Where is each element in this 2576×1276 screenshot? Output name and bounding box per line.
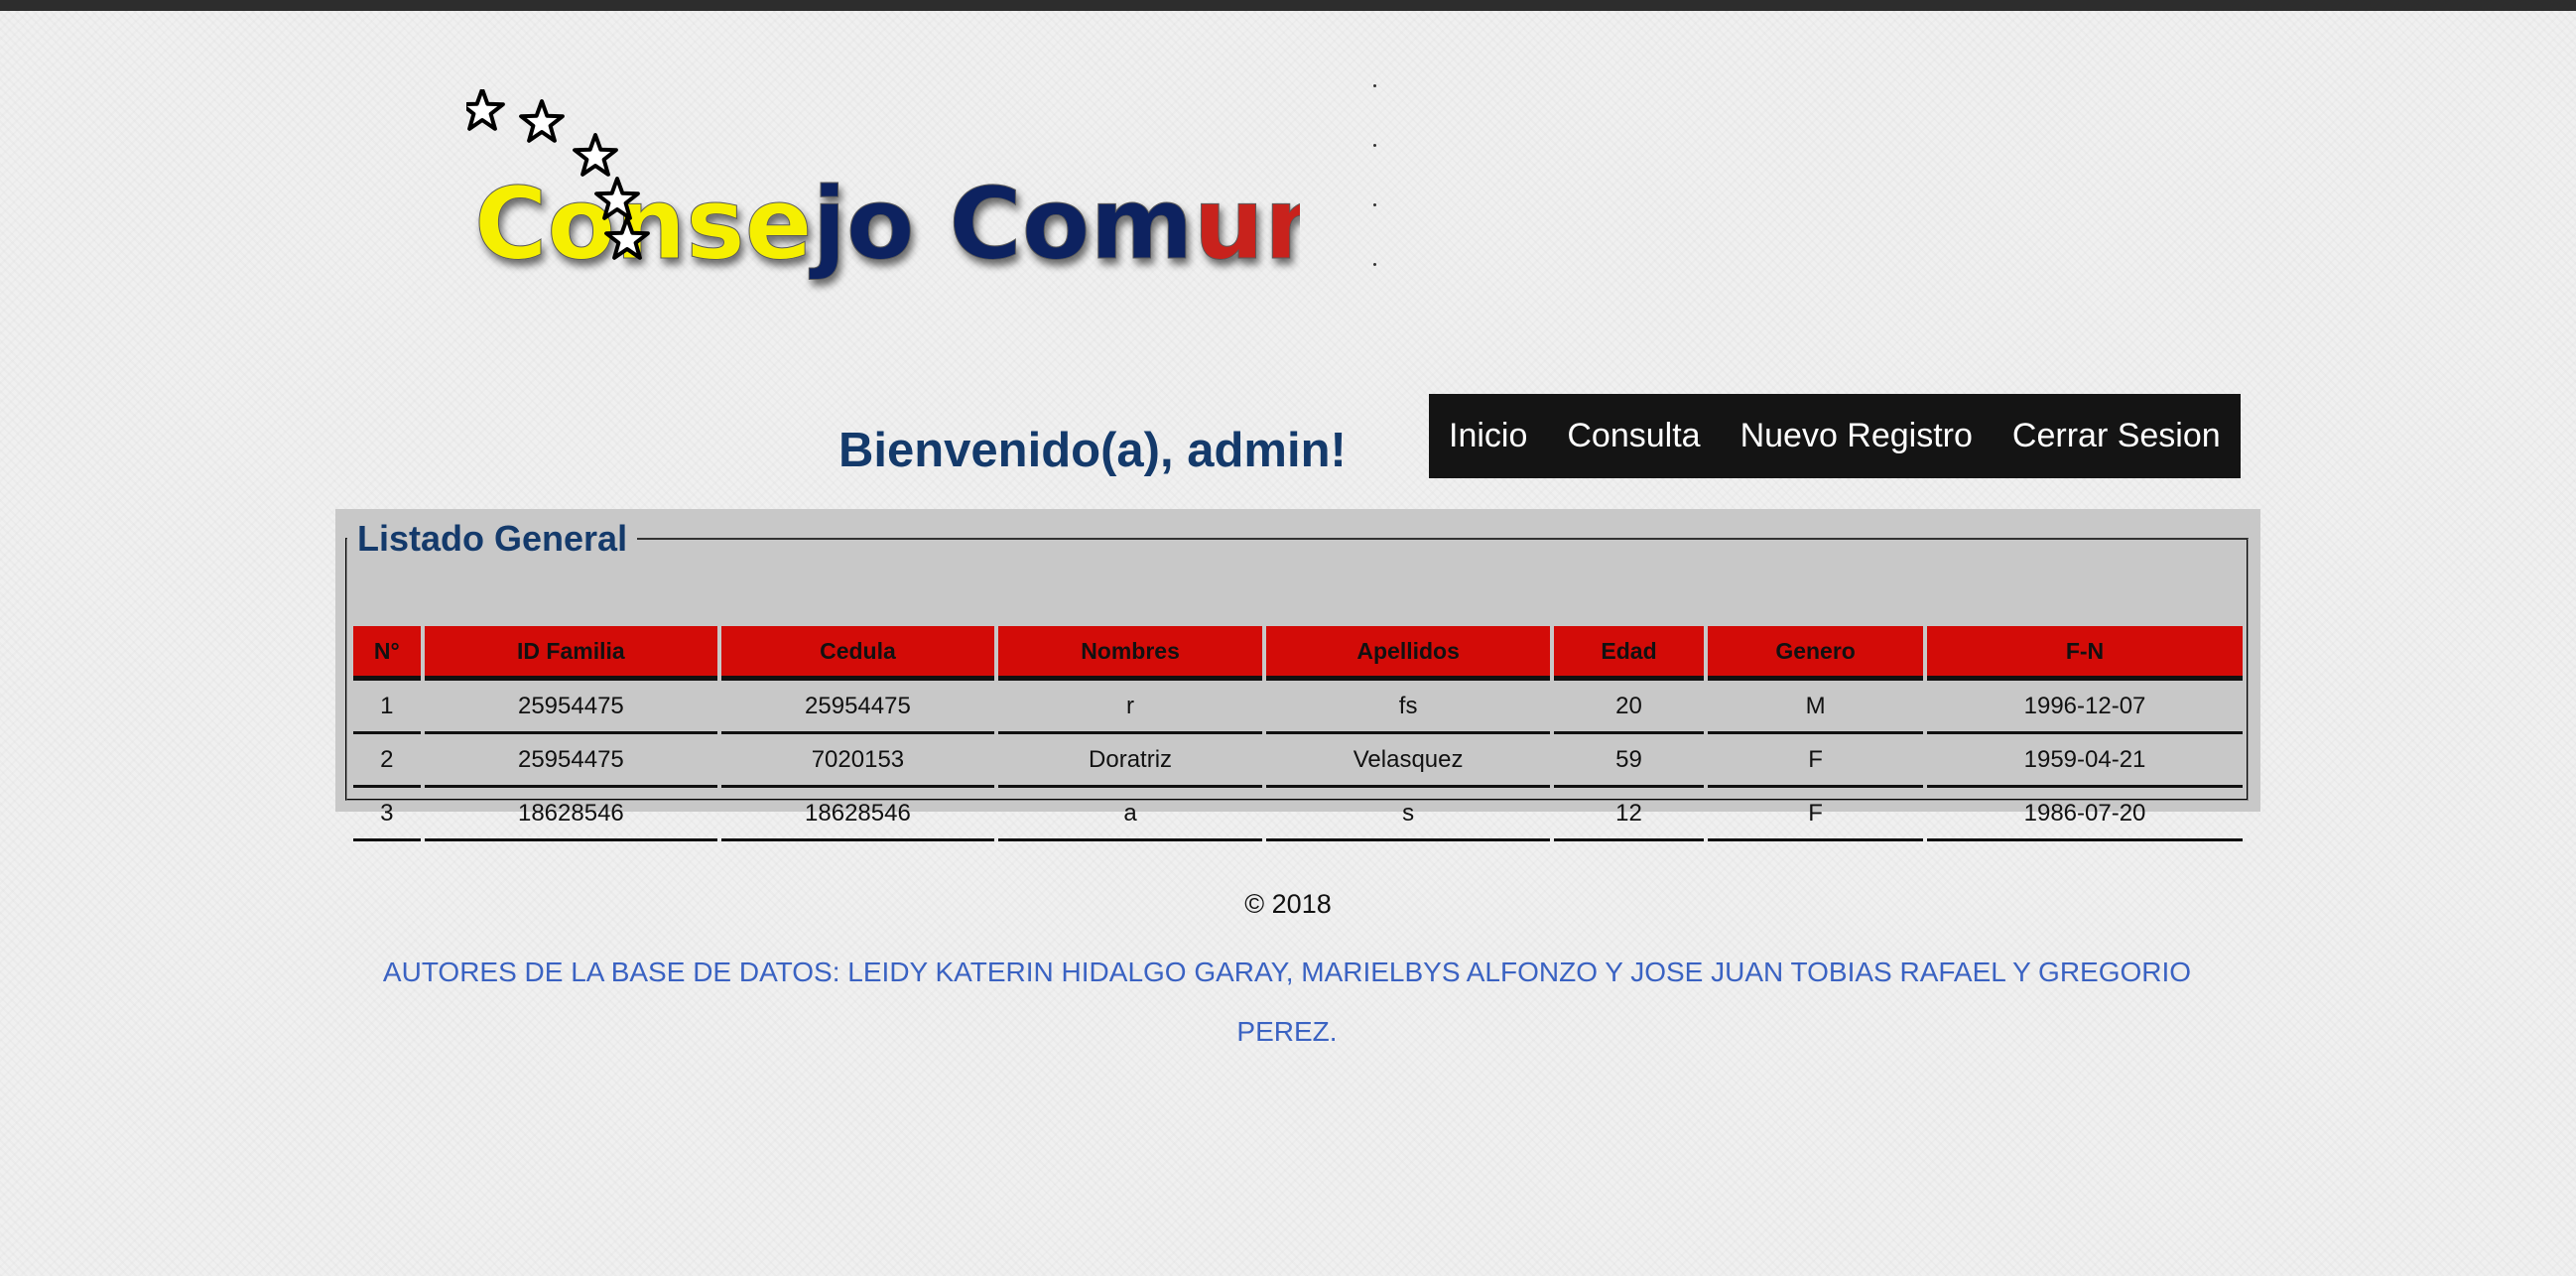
col-header-numero: N° — [353, 626, 421, 681]
cell-fecha-nacimiento: 1959-04-21 — [1927, 734, 2243, 788]
table-row: 1 25954475 25954475 r fs 20 M 1996-12-07 — [353, 681, 2243, 734]
cell-id-familia: 25954475 — [424, 734, 718, 788]
cell-nombres: Doratriz — [997, 734, 1263, 788]
star-icon — [519, 99, 565, 143]
listado-legend: Listado General — [357, 518, 628, 559]
cell-fecha-nacimiento: 1986-07-20 — [1927, 788, 2243, 841]
copyright: © 2018 — [1244, 889, 1332, 919]
svg-text:Consejo Comunal: Consejo Comunal — [474, 166, 1300, 282]
cell-genero: M — [1708, 681, 1924, 734]
col-header-cedula: Cedula — [721, 626, 994, 681]
decorative-dots — [1373, 74, 1383, 273]
cell-apellidos: Velasquez — [1266, 734, 1550, 788]
col-header-edad: Edad — [1553, 626, 1705, 681]
table-row: 2 25954475 7020153 Doratriz Velasquez 59… — [353, 734, 2243, 788]
col-header-apellidos: Apellidos — [1266, 626, 1550, 681]
cell-numero: 3 — [353, 788, 421, 841]
col-header-nombres: Nombres — [997, 626, 1263, 681]
cell-edad: 20 — [1553, 681, 1705, 734]
listado-fieldset: Listado General N° ID Familia Cedula Nom… — [345, 518, 2249, 841]
main-nav: Inicio Consulta Nuevo Registro Cerrar Se… — [1429, 394, 2241, 478]
cell-edad: 59 — [1553, 734, 1705, 788]
nav-nuevo-registro[interactable]: Nuevo Registro — [1740, 417, 1973, 455]
top-bar — [0, 0, 2576, 11]
col-header-id-familia: ID Familia — [424, 626, 718, 681]
cell-fecha-nacimiento: 1996-12-07 — [1927, 681, 2243, 734]
cell-numero: 1 — [353, 681, 421, 734]
cell-nombres: a — [997, 788, 1263, 841]
cell-apellidos: fs — [1266, 681, 1550, 734]
col-header-fecha-nacimiento: F-N — [1927, 626, 2243, 681]
cell-cedula: 25954475 — [721, 681, 994, 734]
authors-credit: AUTORES DE LA BASE DE DATOS: LEIDY KATER… — [382, 957, 2192, 1047]
table-row: 3 18628546 18628546 a s 12 F 1986-07-20 — [353, 788, 2243, 841]
cell-id-familia: 25954475 — [424, 681, 718, 734]
nav-consulta[interactable]: Consulta — [1567, 417, 1700, 455]
cell-nombres: r — [997, 681, 1263, 734]
cell-id-familia: 18628546 — [424, 788, 718, 841]
cell-genero: F — [1708, 788, 1924, 841]
listado-panel: Listado General N° ID Familia Cedula Nom… — [335, 509, 2260, 841]
nav-cerrar-sesion[interactable]: Cerrar Sesion — [2012, 417, 2221, 455]
welcome-message: Bienvenido(a), admin! — [838, 424, 1347, 477]
cell-numero: 2 — [353, 734, 421, 788]
table-header-row: N° ID Familia Cedula Nombres Apellidos E… — [353, 626, 2243, 681]
cell-cedula: 7020153 — [721, 734, 994, 788]
logo: Consejo Comunal — [466, 89, 1300, 298]
nav-inicio[interactable]: Inicio — [1449, 417, 1527, 455]
cell-genero: F — [1708, 734, 1924, 788]
star-icon — [466, 89, 505, 131]
logo-graphic: Consejo Comunal — [466, 89, 1300, 283]
cell-edad: 12 — [1553, 788, 1705, 841]
col-header-genero: Genero — [1708, 626, 1924, 681]
listado-table: N° ID Familia Cedula Nombres Apellidos E… — [349, 626, 2247, 841]
cell-apellidos: s — [1266, 788, 1550, 841]
cell-cedula: 18628546 — [721, 788, 994, 841]
